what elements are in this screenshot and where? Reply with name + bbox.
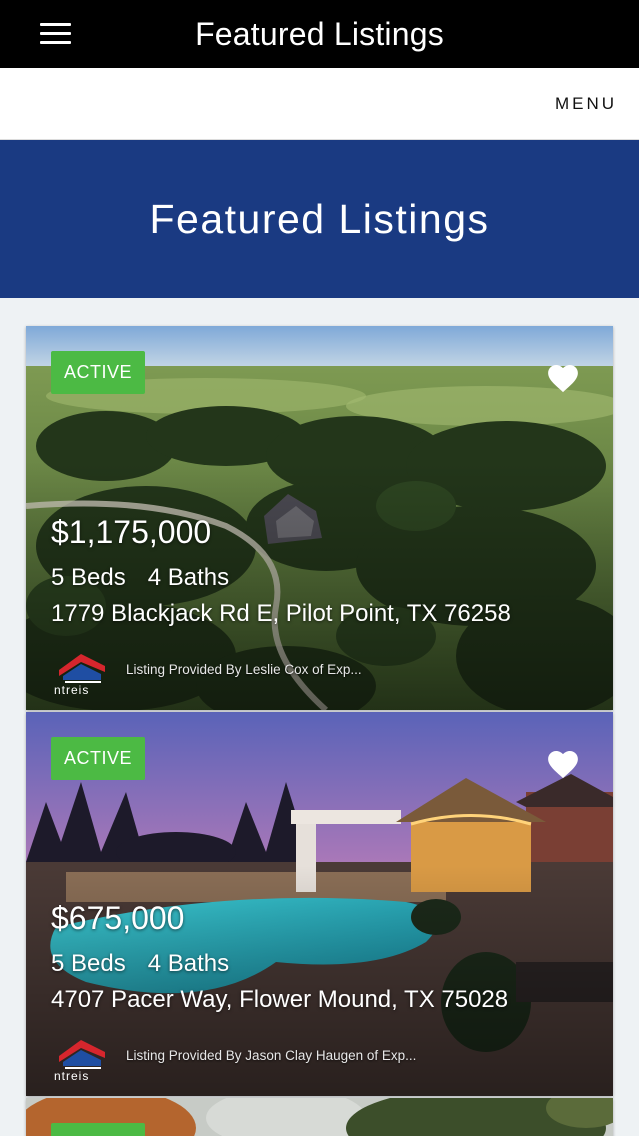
app-bar-title: Featured Listings: [195, 15, 444, 52]
beds-count: 5 Beds: [51, 564, 126, 591]
beds-count: 5 Beds: [51, 950, 126, 977]
listing-address: 1779 Blackjack Rd E, Pilot Point, TX 762…: [51, 600, 511, 627]
site-header: MENU: [0, 68, 639, 140]
heart-icon[interactable]: [546, 748, 580, 780]
status-badge: ACTIVE: [51, 1123, 146, 1136]
listing-card[interactable]: ACTIVE $675,000 5 Beds 4 Baths 4707 Pace…: [26, 712, 613, 1096]
listing-price: $675,000: [51, 900, 185, 936]
listing-card[interactable]: ACTIVE: [26, 1098, 613, 1136]
page-title: Featured Listings: [149, 195, 490, 242]
baths-count: 4 Baths: [147, 564, 230, 591]
baths-count: 4 Baths: [147, 950, 230, 977]
status-badge: ACTIVE: [51, 351, 146, 394]
svg-text:ntreis: ntreis: [54, 683, 89, 696]
listing-attribution: Listing Provided By Jason Clay Haugen of…: [126, 1048, 417, 1063]
listing-card[interactable]: ACTIVE $1,175,000 5 Beds 4 Baths 1779 Bl…: [26, 326, 613, 710]
listing-specs: 5 Beds 4 Baths: [51, 564, 229, 592]
menu-button[interactable]: MENU: [555, 94, 617, 114]
heart-icon[interactable]: [546, 362, 580, 394]
status-badge: ACTIVE: [51, 737, 146, 780]
listing-attribution: Listing Provided By Leslie Cox of Exp...: [126, 662, 362, 677]
listing-price: $1,175,000: [51, 514, 212, 550]
listing-address: 4707 Pacer Way, Flower Mound, TX 75028: [51, 986, 509, 1013]
ntreis-logo: ntreis: [54, 1040, 105, 1082]
hamburger-menu-icon[interactable]: [40, 23, 71, 45]
listing-specs: 5 Beds 4 Baths: [51, 950, 229, 978]
svg-text:ntreis: ntreis: [54, 1069, 89, 1082]
hero-banner: Featured Listings: [0, 140, 639, 298]
ntreis-logo: ntreis: [54, 654, 105, 696]
app-bar: Featured Listings: [0, 0, 639, 68]
